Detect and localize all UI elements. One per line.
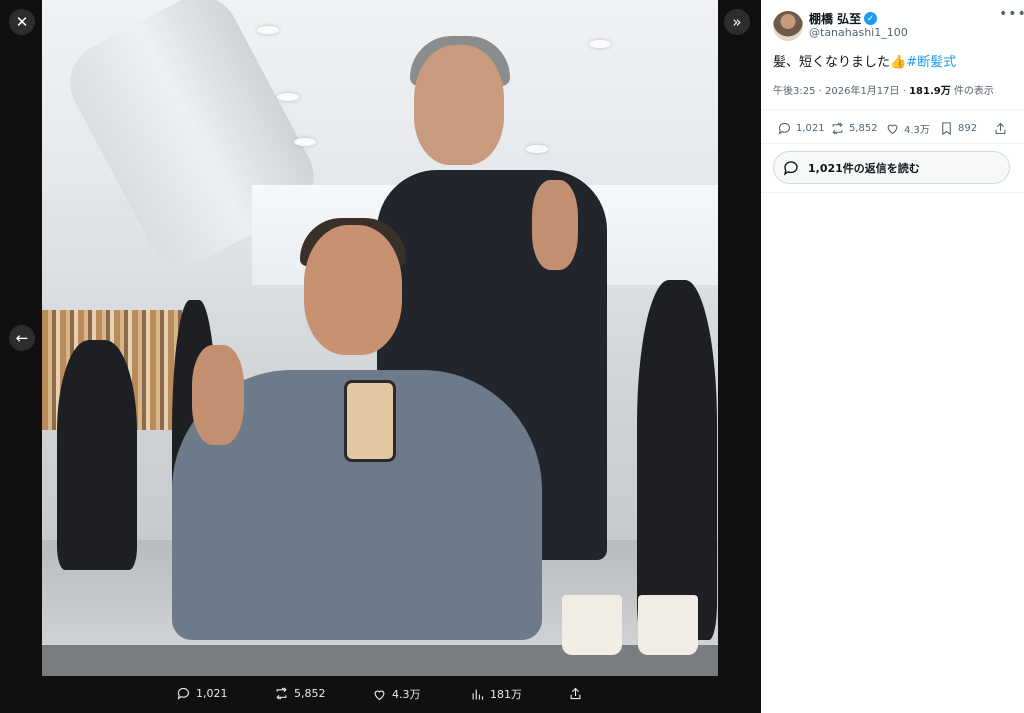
photo-sitting-man-face — [304, 225, 402, 355]
retweet-count: 5,852 — [849, 123, 878, 134]
tweet-metadata: 午後3:25 · 2026年1月17日 · 181.9万 件の表示 — [773, 82, 994, 97]
close-icon: ✕ — [15, 12, 29, 31]
photo-light — [526, 145, 548, 153]
author-name[interactable]: 棚橋 弘至 ✓ — [809, 10, 878, 27]
viewer-like-button[interactable]: 4.3万 — [372, 686, 421, 702]
viewer-share-button[interactable] — [568, 686, 583, 701]
collapse-panel-button[interactable]: » — [724, 9, 750, 35]
photo-background-person — [637, 280, 717, 640]
like-count: 4.3万 — [904, 125, 930, 136]
previous-media-button[interactable]: ← — [9, 325, 35, 351]
author-handle[interactable]: @tanahashi1_100 — [809, 26, 908, 39]
heart-icon — [887, 124, 898, 135]
verified-badge-icon: ✓ — [864, 12, 878, 25]
photo-background-person — [57, 340, 137, 570]
photo-smartphone — [344, 380, 396, 462]
media-viewer: ✕ » ← 1,021 5,852 4.3万 181万 — [0, 0, 761, 713]
divider — [761, 192, 1024, 193]
bar-chart-icon — [472, 689, 484, 699]
retweet-icon — [276, 687, 287, 700]
share-button[interactable] — [993, 121, 1008, 136]
reply-count: 1,021 — [796, 123, 825, 134]
author-display-name: 棚橋 弘至 — [809, 12, 862, 26]
viewer-reply-count: 1,021 — [196, 687, 228, 700]
read-replies-button[interactable]: 1,021件の返信を読む — [773, 151, 1010, 184]
like-button[interactable]: 4.3万 — [885, 121, 930, 136]
hashtag-link[interactable]: #断髪式 — [906, 55, 956, 70]
share-icon — [995, 122, 1006, 135]
share-icon — [570, 687, 581, 700]
tweet-views-label: 件の表示 — [950, 86, 994, 97]
photo-standing-man-face — [414, 45, 504, 165]
dimmed-timeline-overlay — [718, 0, 761, 676]
tweet-body: 髪、短くなりました👍 — [773, 55, 907, 70]
more-options-icon[interactable]: ••• — [999, 6, 1024, 22]
viewer-reply-button[interactable]: 1,021 — [176, 686, 228, 701]
reply-icon — [778, 122, 791, 135]
tweet-detail-panel: 棚橋 弘至 ✓ @tanahashi1_100 ••• 髪、短くなりました👍#断… — [761, 0, 1024, 713]
bookmark-button[interactable]: 892 — [939, 121, 977, 136]
photo-paper-cup — [562, 595, 622, 655]
double-chevron-right-icon: » — [732, 12, 742, 31]
bookmark-count: 892 — [958, 123, 978, 134]
photo-peace-hand — [192, 345, 244, 445]
photo-light — [589, 40, 611, 48]
tweet-text: 髪、短くなりました👍#断髪式 — [773, 51, 956, 70]
divider — [761, 109, 1024, 110]
viewer-like-count: 4.3万 — [392, 688, 421, 701]
arrow-left-icon: ← — [15, 328, 29, 347]
reply-button[interactable]: 1,021 — [777, 121, 825, 136]
reply-icon — [783, 160, 798, 176]
retweet-button[interactable]: 5,852 — [830, 121, 878, 136]
tweet-timestamp[interactable]: 午後3:25 · 2026年1月17日 · — [773, 86, 909, 97]
photo-peace-hand — [532, 180, 578, 270]
tweet-photo[interactable] — [42, 0, 718, 676]
viewer-retweet-count: 5,852 — [294, 687, 326, 700]
photo-light — [257, 26, 279, 34]
bookmark-icon — [942, 122, 951, 136]
avatar[interactable] — [773, 11, 803, 41]
heart-icon — [374, 690, 385, 700]
photo-paper-cup — [638, 595, 698, 655]
close-button[interactable]: ✕ — [9, 9, 35, 35]
reply-icon — [177, 687, 190, 700]
retweet-icon — [832, 122, 843, 135]
viewer-views-button[interactable]: 181万 — [470, 686, 522, 702]
viewer-views-count: 181万 — [490, 688, 522, 701]
photo-light — [277, 93, 299, 101]
viewer-retweet-button[interactable]: 5,852 — [274, 686, 326, 701]
read-replies-label: 1,021件の返信を読む — [808, 161, 920, 175]
tweet-view-count: 181.9万 — [909, 86, 951, 97]
divider — [761, 143, 1024, 144]
photo-light — [294, 138, 316, 146]
